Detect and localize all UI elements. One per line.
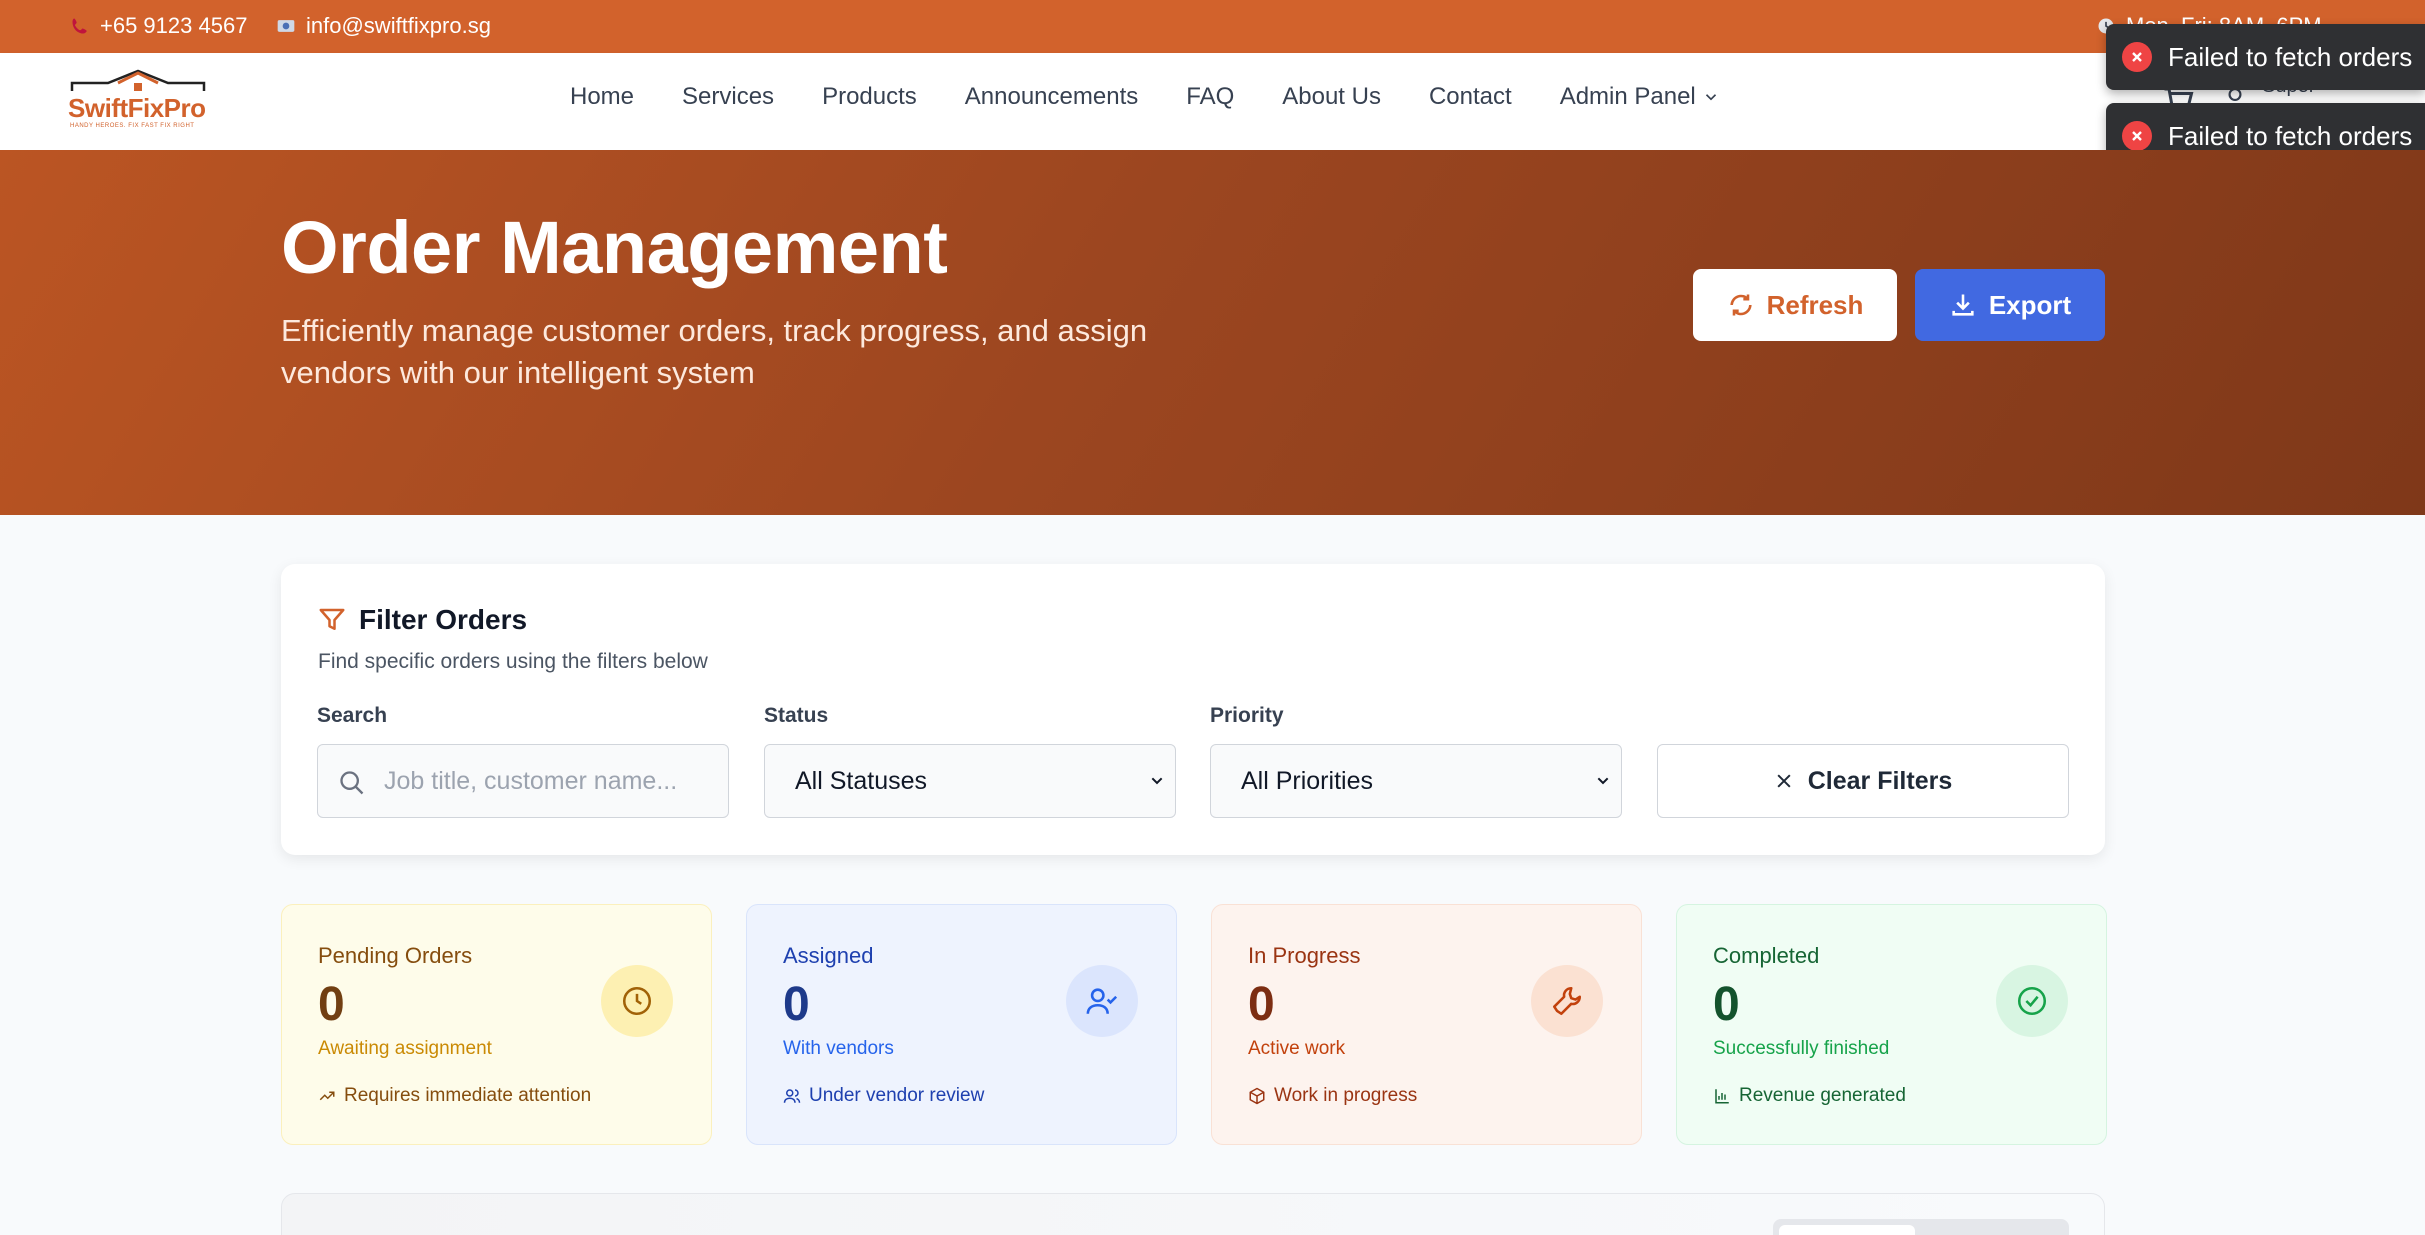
stat-footnote-text: Work in progress [1274, 1085, 1418, 1106]
stat-label: Pending Orders [318, 943, 473, 968]
stat-card-completed: Completed 0 Successfully finished Revenu… [1676, 904, 2107, 1145]
stat-label: Completed [1713, 943, 1820, 968]
nav-announcements[interactable]: Announcements [965, 83, 1138, 111]
error-icon [2122, 121, 2152, 151]
stat-footnote-text: Requires immediate attention [344, 1085, 592, 1106]
stat-value: 0 [318, 978, 345, 1031]
stat-footnote: Revenue generated [1713, 1085, 1906, 1107]
error-icon [2122, 42, 2152, 72]
stat-card-assigned: Assigned 0 With vendors Under vendor rev… [746, 904, 1177, 1145]
search-input[interactable]: Job title, customer name... [317, 744, 729, 818]
stat-value: 0 [783, 978, 810, 1031]
brand-logo[interactable]: SwiftFixPro HANDY HEROES. FIX FAST FIX R… [68, 69, 208, 131]
search-icon [340, 771, 364, 795]
page-subtitle: Efficiently manage customer orders, trac… [281, 313, 1148, 390]
phone-icon [72, 18, 87, 34]
primary-nav: Home Services Products Announcements FAQ… [570, 83, 1720, 111]
stat-card-pending: Pending Orders 0 Awaiting assignment Req… [281, 904, 712, 1145]
stat-label: Assigned [783, 943, 874, 968]
stat-footnote: Requires immediate attention [318, 1085, 591, 1107]
export-label: Export [1988, 289, 2072, 320]
nav-admin-panel[interactable]: Admin Panel [1560, 83, 1720, 111]
page-title: Order Management [281, 206, 948, 289]
priority-label: Priority [1210, 704, 1284, 727]
chevron-down-icon [1597, 777, 1609, 785]
nav-about-us[interactable]: About Us [1282, 83, 1381, 111]
status-label: Status [764, 704, 829, 727]
stat-desc: With vendors [783, 1038, 894, 1059]
stat-footnote: Work in progress [1248, 1085, 1417, 1107]
search-label: Search [317, 704, 388, 727]
stat-desc: Successfully finished [1713, 1038, 1890, 1059]
filter-icon [319, 608, 345, 630]
user-check-icon [1086, 988, 1118, 1014]
stat-card-in-progress: In Progress 0 Active work Work in progre… [1211, 904, 1642, 1145]
brand-tagline: HANDY HEROES. FIX FAST FIX RIGHT [70, 123, 195, 129]
refresh-label: Refresh [1766, 289, 1864, 320]
priority-value: All Priorities [1241, 766, 1373, 795]
brand-name: SwiftFixPro [68, 93, 206, 123]
nav-home[interactable]: Home [570, 83, 634, 111]
nav-admin-panel-label: Admin Panel [1559, 83, 1696, 110]
clear-filters-label: Clear Filters [1807, 766, 1953, 795]
toast-message: Failed to fetch orders [2168, 120, 2413, 151]
stat-footnote-text: Under vendor review [809, 1085, 985, 1106]
contact-email[interactable]: info@swiftfixpro.sg [276, 13, 491, 39]
status-value: All Statuses [795, 766, 928, 795]
stat-desc: Awaiting assignment [318, 1038, 492, 1059]
toast-message: Failed to fetch orders [2168, 41, 2413, 72]
hero-banner: Order Management Efficiently manage cust… [0, 150, 2425, 515]
nav-faq[interactable]: FAQ [1186, 83, 1234, 111]
bar-chart-icon [1715, 1089, 1729, 1104]
status-select[interactable]: All Statuses [764, 744, 1176, 818]
chevron-down-icon [1705, 94, 1716, 101]
nav-contact[interactable]: Contact [1429, 83, 1512, 111]
main-navbar: SwiftFixPro HANDY HEROES. FIX FAST FIX R… [0, 53, 2425, 150]
search-placeholder: Job title, customer name... [384, 766, 678, 795]
stat-badge [1996, 965, 2068, 1037]
stat-desc: Active work [1248, 1038, 1346, 1059]
stat-badge [1531, 965, 1603, 1037]
refresh-icon [1729, 294, 1752, 316]
contact-bar: +65 9123 4567 info@swiftfixpro.sg Mon–Fr… [0, 0, 2425, 53]
filter-title-text: Filter Orders [359, 604, 528, 635]
stat-footnote-text: Revenue generated [1739, 1085, 1906, 1106]
email-text: info@swiftfixpro.sg [306, 13, 491, 38]
stat-badge [601, 965, 673, 1037]
priority-select[interactable]: All Priorities [1210, 744, 1622, 818]
view-toggle[interactable] [1773, 1219, 2069, 1235]
clear-filters-button[interactable]: Clear Filters [1657, 744, 2069, 818]
nav-services[interactable]: Services [682, 83, 774, 111]
export-button[interactable]: Export [1915, 269, 2105, 341]
filter-title: Filter Orders [317, 604, 527, 636]
package-icon [1249, 1087, 1265, 1105]
contact-phone[interactable]: +65 9123 4567 [70, 13, 247, 39]
wrench-icon [1552, 986, 1582, 1016]
stat-value: 0 [1248, 978, 1275, 1031]
trending-up-icon [319, 1091, 335, 1101]
view-toggle-active[interactable] [1779, 1225, 1915, 1235]
stat-footnote: Under vendor review [783, 1085, 984, 1107]
phone-text: +65 9123 4567 [100, 13, 248, 38]
users-icon [783, 1089, 801, 1103]
error-toast[interactable]: Failed to fetch orders [2106, 24, 2425, 90]
chevron-down-icon [1151, 777, 1163, 785]
nav-products[interactable]: Products [822, 83, 917, 111]
filter-subtitle: Find specific orders using the filters b… [318, 650, 708, 673]
clock-icon [622, 986, 652, 1016]
check-circle-icon [2017, 986, 2047, 1016]
refresh-button[interactable]: Refresh [1693, 269, 1897, 341]
download-icon [1952, 294, 1974, 316]
stat-label: In Progress [1248, 943, 1361, 968]
email-icon [277, 20, 295, 32]
close-icon [1777, 774, 1791, 788]
stat-value: 0 [1713, 978, 1740, 1031]
stat-badge [1066, 965, 1138, 1037]
filter-orders-card: Filter Orders Find specific orders using… [281, 564, 2105, 855]
